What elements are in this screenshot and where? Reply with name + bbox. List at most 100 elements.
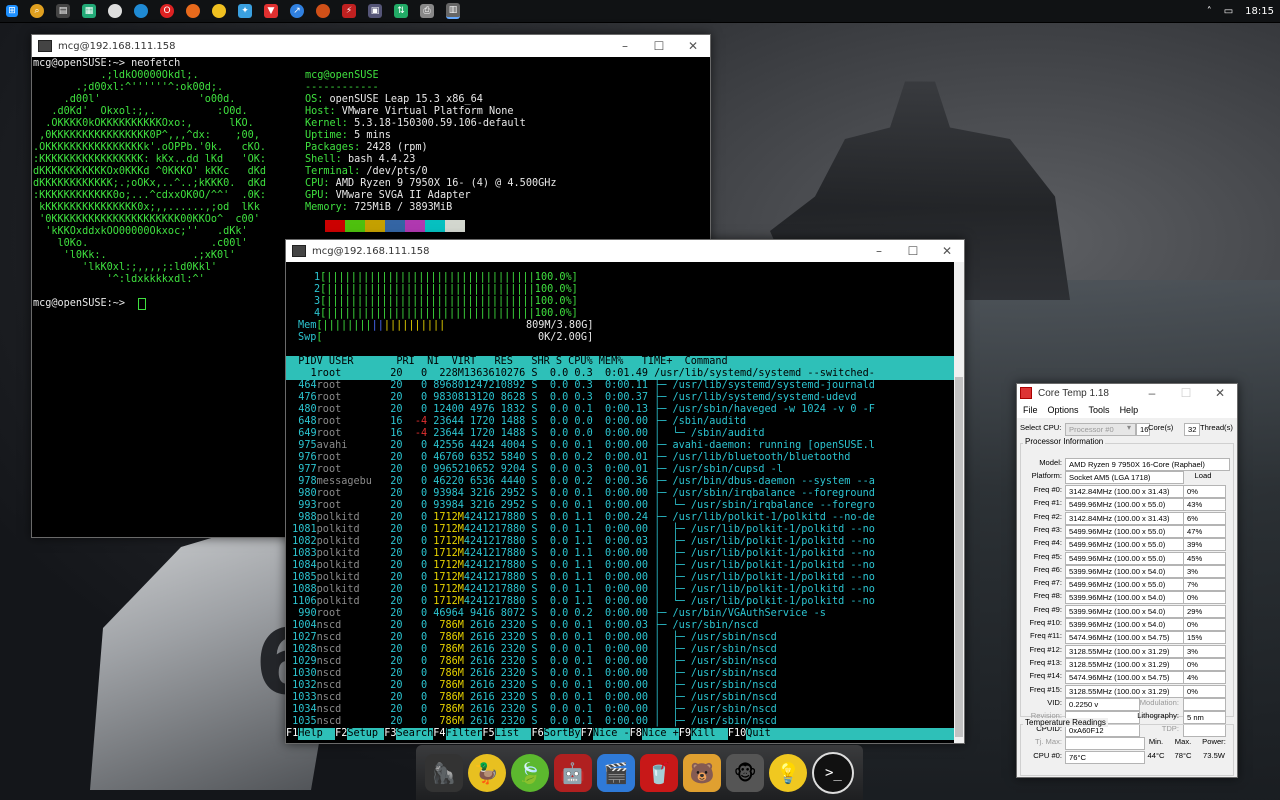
process-row[interactable]: 993root 20 0 93984 3216 2952 S 0.0 0.1 0…: [286, 500, 964, 512]
cola-icon[interactable]: 🥤: [640, 754, 678, 792]
terminal-icon[interactable]: >_: [812, 752, 854, 794]
fkey-number[interactable]: F9: [679, 728, 691, 740]
process-row[interactable]: 1033nscd 20 0 786M 2616 2320 S 0.0 0.1 0…: [286, 692, 964, 704]
fkey-number[interactable]: F10: [728, 728, 746, 740]
minimize-button[interactable]: –: [1135, 386, 1169, 400]
app-blue-icon[interactable]: ↗: [290, 4, 304, 18]
process-row[interactable]: 978messagebu 20 0 46220 6536 4440 S 0.0 …: [286, 476, 964, 488]
coretemp-icon[interactable]: ▥: [446, 3, 460, 19]
process-row[interactable]: 1032nscd 20 0 786M 2616 2320 S 0.0 0.1 0…: [286, 680, 964, 692]
process-row[interactable]: 976root 20 0 46760 6352 5840 S 0.0 0.2 0…: [286, 452, 964, 464]
fkey-quit-button[interactable]: Quit: [746, 728, 783, 740]
process-row[interactable]: 1004nscd 20 0 786M 2616 2320 S 0.0 0.1 0…: [286, 620, 964, 632]
neofetch-titlebar[interactable]: mcg@192.168.111.158 – ☐ ✕: [32, 35, 710, 57]
process-row[interactable]: 1085polkitd 20 0 1712M4241217880 S 0.0 1…: [286, 572, 964, 584]
firefox-icon[interactable]: [186, 4, 200, 18]
process-row[interactable]: 1082polkitd 20 0 1712M4241217880 S 0.0 1…: [286, 536, 964, 548]
maximize-button[interactable]: ☐: [1169, 386, 1203, 400]
htop-scrollbar[interactable]: [954, 262, 964, 743]
process-row[interactable]: 1034nscd 20 0 786M 2616 2320 S 0.0 0.1 0…: [286, 704, 964, 716]
menu-tools[interactable]: Tools: [1089, 405, 1110, 415]
edge-icon[interactable]: [134, 4, 148, 18]
process-row[interactable]: 1027nscd 20 0 786M 2616 2320 S 0.0 0.1 0…: [286, 632, 964, 644]
close-button[interactable]: ✕: [1203, 386, 1237, 400]
fkey-number[interactable]: F5: [482, 728, 494, 740]
coretemp-titlebar[interactable]: Core Temp 1.18 – ☐ ✕: [1017, 384, 1237, 402]
fkey-nice--button[interactable]: Nice -: [593, 728, 630, 740]
lightbulb-icon[interactable]: 💡: [769, 754, 807, 792]
clock[interactable]: 18:15: [1245, 6, 1274, 17]
htop-titlebar[interactable]: mcg@192.168.111.158 – ☐ ✕: [286, 240, 964, 262]
fkey-filter-button[interactable]: Filter: [446, 728, 483, 740]
fkey-kill-button[interactable]: Kill: [691, 728, 728, 740]
htop-terminal[interactable]: 1[||||||||||||||||||||||||||||||||||100.…: [286, 262, 964, 743]
ironman-icon[interactable]: 🤖: [554, 754, 592, 792]
monkey-icon[interactable]: 🐵: [726, 754, 764, 792]
process-row[interactable]: 1root 20 0 228M1363610276 S 0.0 0.3 0:01…: [286, 368, 964, 380]
fkey-number[interactable]: F7: [581, 728, 593, 740]
scrollbar-thumb[interactable]: [955, 377, 963, 737]
fkey-number[interactable]: F6: [531, 728, 543, 740]
fkey-number[interactable]: F8: [630, 728, 642, 740]
minimize-button[interactable]: –: [608, 39, 642, 53]
close-button[interactable]: ✕: [676, 39, 710, 53]
app-red-icon[interactable]: ⚡: [342, 4, 356, 18]
processor-select[interactable]: Processor #0: [1065, 423, 1136, 436]
fkey-number[interactable]: F3: [384, 728, 396, 740]
process-row[interactable]: 980root 20 0 93984 3216 2952 S 0.0 0.1 0…: [286, 488, 964, 500]
opera-icon[interactable]: O: [160, 4, 174, 18]
printer-icon[interactable]: ⎙: [420, 4, 434, 18]
clapper-icon[interactable]: 🎬: [597, 754, 635, 792]
maximize-button[interactable]: ☐: [642, 39, 676, 53]
process-row[interactable]: 1030nscd 20 0 786M 2616 2320 S 0.0 0.1 0…: [286, 668, 964, 680]
terminal-icon[interactable]: ▤: [56, 4, 70, 18]
fkey-number[interactable]: F1: [286, 728, 298, 740]
gorilla-icon[interactable]: 🦍: [425, 754, 463, 792]
process-row[interactable]: 990root 20 0 46964 9416 8072 S 0.0 0.2 0…: [286, 608, 964, 620]
windows-start-icon[interactable]: ⊞: [6, 5, 18, 17]
terminal-cursor[interactable]: [138, 298, 146, 310]
process-row[interactable]: 480root 20 0 12400 4976 1832 S 0.0 0.1 0…: [286, 404, 964, 416]
tray-chevron-icon[interactable]: ˄: [1207, 6, 1212, 17]
vivaldi-icon[interactable]: ▼: [264, 4, 278, 18]
fkey-sortby-button[interactable]: SortBy: [544, 728, 581, 740]
process-row[interactable]: 648root 16 -4 23644 1720 1488 S 0.0 0.0 …: [286, 416, 964, 428]
fkey-nice--button[interactable]: Nice +: [642, 728, 679, 740]
process-row[interactable]: 1106polkitd 20 0 1712M4241217880 S 0.0 1…: [286, 596, 964, 608]
process-row[interactable]: 476root 20 0 9830813120 8628 S 0.0 0.3 0…: [286, 392, 964, 404]
process-row[interactable]: 1088polkitd 20 0 1712M4241217880 S 0.0 1…: [286, 584, 964, 596]
fkey-number[interactable]: F2: [335, 728, 347, 740]
network-icon[interactable]: ▭: [1224, 6, 1233, 17]
minimize-button[interactable]: –: [862, 244, 896, 258]
process-row[interactable]: 1081polkitd 20 0 1712M4241217880 S 0.0 1…: [286, 524, 964, 536]
firefox-nightly-icon[interactable]: [316, 4, 330, 18]
wireguard-icon[interactable]: ✦: [238, 4, 252, 18]
close-button[interactable]: ✕: [930, 244, 964, 258]
process-row[interactable]: 1083polkitd 20 0 1712M4241217880 S 0.0 1…: [286, 548, 964, 560]
maximize-button[interactable]: ☐: [896, 244, 930, 258]
chevron-down-icon[interactable]: ▾: [1127, 423, 1131, 432]
fkey-search-button[interactable]: Search: [396, 728, 433, 740]
chrome-yellow-icon[interactable]: [212, 4, 226, 18]
process-row[interactable]: 649root 16 -4 23644 1720 1488 S 0.0 0.0 …: [286, 428, 964, 440]
search-icon[interactable]: ⌕: [30, 4, 44, 18]
menu-options[interactable]: Options: [1048, 405, 1079, 415]
process-table-header[interactable]: PIDV USER PRI NI VIRT RES SHR S CPU% MEM…: [286, 356, 964, 368]
leaf-icon[interactable]: 🍃: [511, 754, 549, 792]
process-row[interactable]: 1084polkitd 20 0 1712M4241217880 S 0.0 1…: [286, 560, 964, 572]
menu-file[interactable]: File: [1023, 405, 1038, 415]
putty-icon[interactable]: ▣: [368, 4, 382, 18]
process-row[interactable]: 977root 20 0 9965210652 9204 S 0.0 0.3 0…: [286, 464, 964, 476]
htop-terminal-window[interactable]: mcg@192.168.111.158 – ☐ ✕ 1[||||||||||||…: [285, 239, 965, 744]
menu-help[interactable]: Help: [1120, 405, 1139, 415]
pooh-icon[interactable]: 🐻: [683, 754, 721, 792]
coretemp-window[interactable]: Core Temp 1.18 – ☐ ✕ File Options Tools …: [1016, 383, 1238, 778]
process-row[interactable]: 1028nscd 20 0 786M 2616 2320 S 0.0 0.1 0…: [286, 644, 964, 656]
winscp-icon[interactable]: ⇅: [394, 4, 408, 18]
fkey-list-button[interactable]: List: [495, 728, 532, 740]
process-row[interactable]: 988polkitd 20 0 1712M4241217880 S 0.0 1.…: [286, 512, 964, 524]
duck-icon[interactable]: 🦆: [468, 754, 506, 792]
fkey-setup-button[interactable]: Setup: [347, 728, 384, 740]
fkey-help-button[interactable]: Help: [298, 728, 335, 740]
process-row[interactable]: 975avahi 20 0 42556 4424 4004 S 0.0 0.1 …: [286, 440, 964, 452]
